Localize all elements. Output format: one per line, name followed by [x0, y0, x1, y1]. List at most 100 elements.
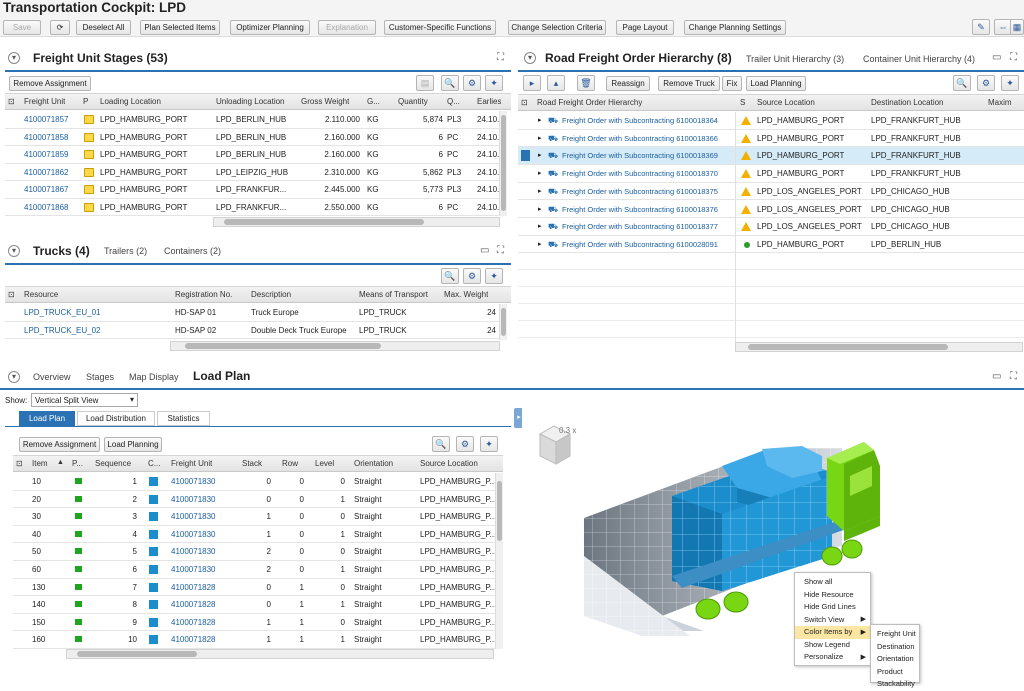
row-selector[interactable]: [521, 150, 530, 162]
table-row[interactable]: ▸ ⛟ Freight Order with Subcontracting 6100…: [518, 165, 1024, 183]
trucks-title[interactable]: Trucks (4): [33, 244, 90, 258]
reassign-button[interactable]: Reassign: [606, 76, 650, 91]
col-maximum[interactable]: Maxim: [988, 98, 1012, 107]
col-q[interactable]: Q...: [447, 97, 460, 106]
settings-icon[interactable]: ⚙: [463, 75, 481, 91]
freight-unit-link[interactable]: 4100071868: [24, 203, 69, 212]
select-all-icon[interactable]: ⊡: [521, 98, 528, 107]
loadplan-horizontal-scrollbar[interactable]: [66, 649, 494, 659]
freight-order-link[interactable]: Freight Order with Subcontracting 610001…: [562, 222, 732, 231]
expand-arrow-icon[interactable]: ▸: [538, 169, 542, 177]
load-planning-button[interactable]: Load Planning: [104, 437, 162, 452]
table-row[interactable]: ▸ ⛟ Freight Order with Subcontracting 6100…: [518, 183, 1024, 201]
freight-unit-link[interactable]: 4100071828: [171, 635, 216, 644]
deselect-all-button[interactable]: Deselect All: [76, 20, 131, 35]
freight-unit-link[interactable]: 4100071828: [171, 583, 216, 592]
truck-3d-view[interactable]: 0.3 x: [522, 406, 1024, 683]
freight-order-link[interactable]: Freight Order with Subcontracting 610001…: [562, 169, 732, 178]
subtab-load-distribution[interactable]: Load Distribution: [77, 411, 155, 426]
submenu-item-product[interactable]: Product: [871, 666, 919, 679]
col-row[interactable]: Row: [282, 459, 298, 468]
expand-arrow-icon[interactable]: ▸: [538, 187, 542, 195]
freight-unit-link[interactable]: 4100071862: [24, 168, 69, 177]
freight-unit-link[interactable]: 4100071830: [171, 530, 216, 539]
expand-all-icon[interactable]: ▸: [523, 75, 541, 91]
page-layout-button[interactable]: Page Layout: [616, 20, 674, 35]
tab-trailer-unit-hierarchy[interactable]: Trailer Unit Hierarchy (3): [746, 54, 844, 64]
col-description[interactable]: Description: [251, 290, 291, 299]
folder-icon[interactable]: ▭: [480, 245, 489, 256]
expand-arrow-icon[interactable]: ▸: [538, 205, 542, 213]
refresh-button[interactable]: ⟳: [50, 20, 70, 35]
folder-icon[interactable]: ▭: [992, 52, 1001, 63]
freight-unit-link[interactable]: 4100071867: [24, 185, 69, 194]
table-row[interactable]: 4100071862 LPD_HAMBURG_PORT LPD_LEIPZIG_HU…: [5, 164, 499, 181]
menu-item-switch-view[interactable]: Switch View: [795, 614, 870, 627]
load-planning-button[interactable]: Load Planning: [746, 76, 806, 91]
wrench-icon[interactable]: ✎: [972, 19, 990, 35]
col-g[interactable]: G...: [367, 97, 380, 106]
collapse-icon[interactable]: ▾: [8, 245, 20, 257]
freight-unit-link[interactable]: 4100071859: [24, 150, 69, 159]
col-destination-location[interactable]: Destination Location: [871, 98, 944, 107]
personalize-icon[interactable]: ✦: [485, 268, 503, 284]
optimizer-planning-button[interactable]: Optimizer Planning: [230, 20, 310, 35]
table-row[interactable]: 160 10 4100071828 1 1 1 Straight LPD_HAMBURG_P.…: [13, 631, 495, 649]
change-planning-settings-button[interactable]: Change Planning Settings: [684, 20, 786, 35]
menu-item-hide-resource[interactable]: Hide Resource: [795, 589, 870, 602]
freight-order-link[interactable]: Freight Order with Subcontracting 610001…: [562, 187, 732, 196]
col-p[interactable]: P: [83, 97, 88, 106]
freight-order-link[interactable]: Freight Order with Subcontracting 610001…: [562, 134, 732, 143]
submenu-item-destination[interactable]: Destination: [871, 641, 919, 654]
explanation-button[interactable]: Explanation: [318, 20, 376, 35]
col-level[interactable]: Level: [315, 459, 334, 468]
freight-order-link[interactable]: Freight Order with Subcontracting 610002…: [562, 240, 732, 249]
col-freight-unit[interactable]: Freight Unit: [24, 97, 65, 106]
personalize-icon[interactable]: ✦: [485, 75, 503, 91]
freight-unit-link[interactable]: 4100071828: [171, 618, 216, 627]
settings-icon[interactable]: ⚙: [456, 436, 474, 452]
tab-containers[interactable]: Containers (2): [164, 246, 221, 256]
select-all-icon[interactable]: ⊡: [16, 459, 23, 468]
personalize-icon[interactable]: ✦: [1001, 75, 1019, 91]
plan-selected-items-button[interactable]: Plan Selected Items: [140, 20, 220, 35]
table-row[interactable]: 50 5 4100071830 2 0 0 Straight LPD_HAMBURG_P...: [13, 543, 495, 561]
expand-arrow-icon[interactable]: ▸: [538, 116, 542, 124]
settings-icon[interactable]: ⚙: [463, 268, 481, 284]
subtab-load-plan[interactable]: Load Plan: [19, 411, 75, 426]
customer-specific-functions-button[interactable]: Customer-Specific Functions: [384, 20, 496, 35]
col-means-of-transport[interactable]: Means of Transport: [359, 290, 428, 299]
col-stack[interactable]: Stack: [242, 459, 262, 468]
table-row[interactable]: LPD_TRUCK_EU_02 HD-SAP 02 Double Deck Truc…: [5, 322, 499, 339]
submenu-item-stackability[interactable]: Stackability: [871, 678, 919, 691]
resource-link[interactable]: LPD_TRUCK_EU_02: [24, 326, 100, 335]
col-source-location[interactable]: Source Location: [757, 98, 815, 107]
delete-icon[interactable]: 🗑: [577, 75, 595, 91]
freight-unit-link[interactable]: 4100071830: [171, 495, 216, 504]
table-row[interactable]: 10 1 4100071830 0 0 0 Straight LPD_HAMBURG_P...: [13, 473, 495, 491]
folder-icon[interactable]: ▭: [992, 371, 1001, 382]
select-all-icon[interactable]: ⊡: [8, 97, 15, 106]
tab-stages[interactable]: Stages: [86, 372, 114, 382]
col-registration[interactable]: Registration No.: [175, 290, 232, 299]
tab-container-unit-hierarchy[interactable]: Container Unit Hierarchy (4): [863, 54, 975, 64]
col-loading-location[interactable]: Loading Location: [100, 97, 161, 106]
freight-unit-link[interactable]: 4100071830: [171, 512, 216, 521]
menu-item-personalize[interactable]: Personalize: [795, 651, 870, 664]
col-orientation[interactable]: Orientation: [354, 459, 393, 468]
table-row[interactable]: 60 6 4100071830 2 0 1 Straight LPD_HAMBURG_P...: [13, 561, 495, 579]
freight-unit-link[interactable]: 4100071858: [24, 133, 69, 142]
table-row[interactable]: 140 8 4100071828 0 1 1 Straight LPD_HAMBURG_P..…: [13, 596, 495, 614]
menu-item-color-items-by[interactable]: Color Items by: [795, 626, 870, 639]
table-row[interactable]: LPD_TRUCK_EU_01 HD-SAP 01 Truck Europe LPD_…: [5, 304, 499, 322]
collapse-icon[interactable]: ▾: [8, 371, 20, 383]
col-earliest[interactable]: Earlies: [477, 97, 501, 106]
fu-horizontal-scrollbar[interactable]: [213, 217, 500, 227]
trucks-vertical-scrollbar[interactable]: [499, 304, 507, 340]
load-plan-3d-viewer[interactable]: 0.3 x Show all Hide Resource Hide Grid L…: [522, 406, 1024, 688]
expand-arrow-icon[interactable]: ▸: [538, 222, 542, 230]
table-row[interactable]: 150 9 4100071828 1 1 0 Straight LPD_HAMBURG_P..…: [13, 614, 495, 632]
search-icon[interactable]: 🔍: [441, 75, 459, 91]
table-row[interactable]: 4100071858 LPD_HAMBURG_PORT LPD_BERLIN_HUB…: [5, 129, 499, 146]
tab-map-display[interactable]: Map Display: [129, 372, 179, 382]
